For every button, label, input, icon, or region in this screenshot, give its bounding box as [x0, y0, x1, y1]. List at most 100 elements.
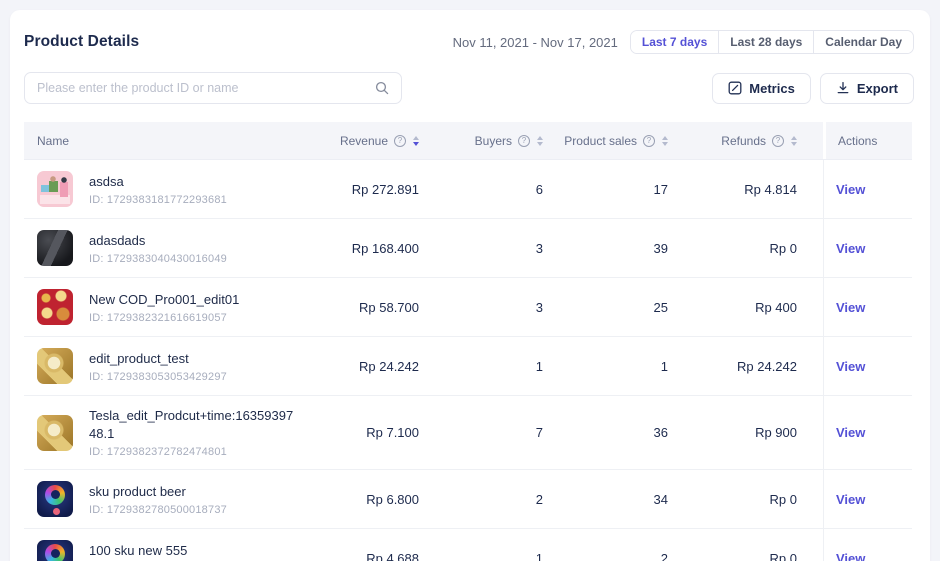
product-sales-cell: 17 [543, 160, 668, 218]
view-link[interactable]: View [836, 551, 865, 561]
name-block: sku product beer ID: 1729382780500018737 [89, 483, 227, 517]
product-sales-cell: 34 [543, 470, 668, 528]
product-id: ID: 1729383040430016049 [89, 253, 227, 265]
product-name: sku product beer [89, 483, 227, 501]
product-name: New COD_Pro001_edit01 [89, 291, 239, 309]
help-icon[interactable]: ? [518, 135, 530, 147]
column-header-actions: Actions [823, 122, 912, 159]
edit-square-icon [728, 81, 742, 95]
export-button[interactable]: Export [820, 73, 914, 104]
table-row: edit_product_test ID: 172938305305342929… [24, 337, 912, 396]
actions-cell: View [823, 337, 912, 395]
product-name: asdsa [89, 173, 227, 191]
product-sales-cell: 1 [543, 337, 668, 395]
refunds-cell: Rp 400 [668, 278, 823, 336]
view-link[interactable]: View [836, 300, 865, 315]
title-row: Product Details Nov 11, 2021 - Nov 17, 2… [10, 10, 930, 54]
table-row: Tesla_edit_Prodcut+time:1635939748.1 ID:… [24, 396, 912, 470]
buyers-cell: 1 [419, 337, 543, 395]
table-row: asdsa ID: 1729383181772293681 Rp 272.891… [24, 160, 912, 219]
name-cell: edit_product_test ID: 172938305305342929… [24, 337, 304, 395]
column-header-label: Actions [838, 134, 877, 148]
view-link[interactable]: View [836, 492, 865, 507]
refunds-cell: Rp 4.814 [668, 160, 823, 218]
product-thumbnail [37, 230, 73, 266]
refunds-cell: Rp 0 [668, 529, 823, 561]
name-block: edit_product_test ID: 172938305305342929… [89, 350, 227, 384]
help-icon[interactable]: ? [772, 135, 784, 147]
view-link[interactable]: View [836, 425, 865, 440]
revenue-cell: Rp 7.100 [304, 396, 419, 469]
product-id: ID: 1729383181772293681 [89, 194, 227, 206]
name-cell: New COD_Pro001_edit01 ID: 17293823216166… [24, 278, 304, 336]
name-block: New COD_Pro001_edit01 ID: 17293823216166… [89, 291, 239, 325]
metrics-button-label: Metrics [749, 81, 795, 96]
name-cell: sku product beer ID: 1729382780500018737 [24, 470, 304, 528]
product-sales-cell: 36 [543, 396, 668, 469]
product-name: adasdads [89, 232, 227, 250]
name-cell: Tesla_edit_Prodcut+time:1635939748.1 ID:… [24, 396, 304, 469]
buyers-cell: 6 [419, 160, 543, 218]
export-button-label: Export [857, 81, 898, 96]
name-block: Tesla_edit_Prodcut+time:1635939748.1 ID:… [89, 407, 294, 458]
range-button-last-7-days[interactable]: Last 7 days [631, 31, 718, 53]
toolbar-buttons: Metrics Export [712, 73, 914, 104]
name-cell: adasdads ID: 1729383040430016049 [24, 219, 304, 277]
buyers-cell: 1 [419, 529, 543, 561]
product-thumbnail [37, 415, 73, 451]
buyers-cell: 2 [419, 470, 543, 528]
product-sales-cell: 2 [543, 529, 668, 561]
actions-cell: View [823, 396, 912, 469]
product-details-card: Product Details Nov 11, 2021 - Nov 17, 2… [10, 10, 930, 561]
toolbar-row: Metrics Export [10, 54, 930, 104]
date-range-label: Nov 11, 2021 - Nov 17, 2021 [453, 35, 618, 50]
column-header-buyers: Buyers ? [419, 122, 543, 159]
view-link[interactable]: View [836, 241, 865, 256]
help-icon[interactable]: ? [394, 135, 406, 147]
date-controls: Nov 11, 2021 - Nov 17, 2021 Last 7 daysL… [453, 30, 914, 54]
metrics-button[interactable]: Metrics [712, 73, 811, 104]
product-thumbnail [37, 289, 73, 325]
search-box[interactable] [24, 72, 402, 104]
column-header-revenue: Revenue ? [304, 122, 419, 159]
revenue-cell: Rp 58.700 [304, 278, 419, 336]
help-icon[interactable]: ? [643, 135, 655, 147]
refunds-cell: Rp 0 [668, 470, 823, 528]
table-row: sku product beer ID: 1729382780500018737… [24, 470, 912, 529]
product-id: ID: 1729382321616619057 [89, 312, 239, 324]
view-link[interactable]: View [836, 359, 865, 374]
magnifier-icon[interactable] [375, 81, 389, 95]
range-button-last-28-days[interactable]: Last 28 days [718, 31, 813, 53]
column-header-label: Name [37, 134, 69, 148]
table-body: asdsa ID: 1729383181772293681 Rp 272.891… [24, 160, 912, 561]
name-block: adasdads ID: 1729383040430016049 [89, 232, 227, 266]
buyers-cell: 7 [419, 396, 543, 469]
actions-cell: View [823, 160, 912, 218]
column-header-refunds: Refunds ? [668, 122, 823, 159]
download-icon [836, 81, 850, 95]
name-block: asdsa ID: 1729383181772293681 [89, 173, 227, 207]
column-header-product-sales: Product sales ? [543, 122, 668, 159]
date-range-toggle: Last 7 daysLast 28 daysCalendar Day [630, 30, 914, 54]
column-header-label: Product sales [564, 134, 637, 148]
view-link[interactable]: View [836, 182, 865, 197]
product-id: ID: 1729383053053429297 [89, 371, 227, 383]
actions-cell: View [823, 529, 912, 561]
product-sales-cell: 25 [543, 278, 668, 336]
sort-icon[interactable] [791, 136, 797, 146]
product-name: 100 sku new 555 [89, 542, 187, 560]
product-thumbnail [37, 540, 73, 561]
product-name: edit_product_test [89, 350, 227, 368]
table-row: 100 sku new 555 ID: 1729383… Rp 4.688 1 … [24, 529, 912, 561]
range-button-calendar-day[interactable]: Calendar Day [813, 31, 913, 53]
refunds-cell: Rp 900 [668, 396, 823, 469]
product-name: Tesla_edit_Prodcut+time:1635939748.1 [89, 407, 294, 442]
table-header: Name Revenue ? Buyers ? Product sales ? … [24, 122, 912, 160]
product-id: ID: 1729382372782474801 [89, 446, 294, 458]
buyers-cell: 3 [419, 278, 543, 336]
products-table: Name Revenue ? Buyers ? Product sales ? … [24, 122, 912, 561]
search-input[interactable] [37, 81, 375, 95]
product-sales-cell: 39 [543, 219, 668, 277]
name-cell: 100 sku new 555 ID: 1729383… [24, 529, 304, 561]
product-thumbnail [37, 348, 73, 384]
